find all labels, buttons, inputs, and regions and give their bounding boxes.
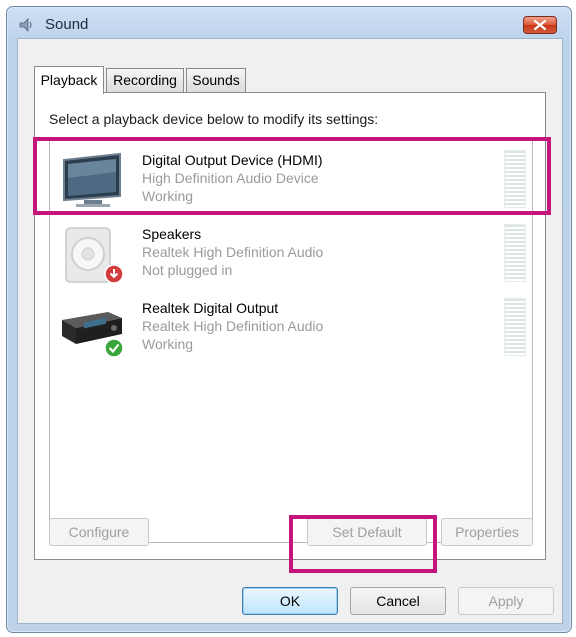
device-item-realtek-digital[interactable]: Realtek Digital Output Realtek High Defi… — [54, 294, 528, 364]
device-description: Realtek High Definition Audio — [142, 318, 324, 334]
device-status: Working — [142, 188, 194, 204]
device-name: Digital Output Device (HDMI) — [142, 152, 323, 168]
dialog-button-bar: OK Cancel Apply — [18, 577, 562, 623]
playback-panel: Select a playback device below to modify… — [34, 92, 546, 560]
device-description: Realtek High Definition Audio — [142, 244, 324, 260]
device-status: Working — [142, 336, 194, 352]
device-description: High Definition Audio Device — [142, 170, 319, 186]
configure-button[interactable]: Configure — [49, 518, 149, 546]
tab-playback[interactable]: Playback — [34, 66, 104, 94]
close-button[interactable] — [523, 16, 557, 34]
window-title: Sound — [45, 16, 89, 33]
close-icon — [534, 20, 546, 30]
tab-sounds[interactable]: Sounds — [186, 68, 246, 92]
speaker-icon — [19, 18, 32, 32]
dialog-client: Playback Recording Sounds Select a playb… — [17, 38, 563, 624]
device-status: Not plugged in — [142, 262, 233, 278]
device-item-speakers[interactable]: Speakers Realtek High Definition Audio N… — [54, 220, 528, 290]
ok-button[interactable]: OK — [242, 587, 338, 615]
set-default-button[interactable]: Set Default — [307, 518, 427, 546]
device-name: Speakers — [142, 226, 202, 242]
device-name: Realtek Digital Output — [142, 300, 279, 316]
default-check-icon — [104, 338, 124, 358]
device-item-hdmi[interactable]: Digital Output Device (HDMI) High Defini… — [54, 146, 528, 216]
title-bar[interactable]: Sound — [7, 7, 571, 41]
unplugged-icon — [104, 264, 124, 284]
level-meter — [504, 298, 526, 356]
tab-recording[interactable]: Recording — [106, 68, 184, 92]
level-meter — [504, 150, 526, 208]
cancel-button[interactable]: Cancel — [350, 587, 446, 615]
level-meter — [504, 224, 526, 282]
sound-dialog: Sound Playback Recording Sounds Select a… — [6, 6, 572, 633]
properties-button[interactable]: Properties — [441, 518, 533, 546]
apply-button[interactable]: Apply — [458, 587, 554, 615]
hdmi-monitor-icon — [63, 152, 121, 207]
device-list[interactable]: Digital Output Device (HDMI) High Defini… — [49, 139, 533, 543]
instruction-text: Select a playback device below to modify… — [49, 111, 379, 127]
